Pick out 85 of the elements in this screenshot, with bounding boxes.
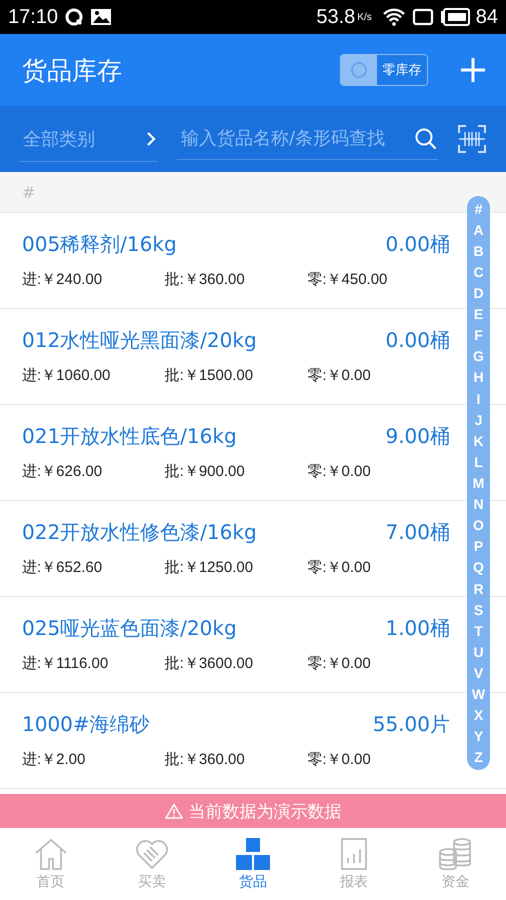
- cost-price: 进:￥626.00: [22, 462, 104, 481]
- warning-icon: [164, 803, 182, 819]
- demo-data-notice: 当前数据为演示数据: [188, 800, 342, 822]
- category-selector[interactable]: 全部类别: [20, 116, 157, 162]
- index-letter[interactable]: X: [474, 708, 484, 722]
- wholesale-price: 批:￥3600.00: [164, 654, 254, 673]
- index-letter[interactable]: I: [476, 392, 480, 406]
- stock-quantity: 55.00片: [372, 711, 450, 738]
- zero-stock-toggle[interactable]: 零库存: [340, 54, 428, 86]
- retail-price: 零:￥0.00: [307, 558, 372, 577]
- index-letter[interactable]: F: [474, 328, 483, 342]
- index-letter[interactable]: P: [474, 539, 484, 554]
- handshake-heart-icon: [134, 837, 170, 871]
- index-letter[interactable]: R: [473, 582, 484, 596]
- index-letter[interactable]: A: [473, 222, 484, 237]
- wholesale-price: 批:￥1500.00: [164, 366, 254, 385]
- network-speed: 53.8: [316, 6, 356, 28]
- wifi-icon: [382, 8, 406, 26]
- house-icon: [32, 837, 69, 871]
- stock-quantity: 1.00桶: [385, 615, 450, 642]
- stock-quantity: 0.00桶: [385, 327, 450, 354]
- index-letter[interactable]: O: [473, 518, 484, 532]
- wholesale-price: 批:￥900.00: [164, 462, 246, 481]
- barcode-scan-icon[interactable]: [458, 125, 486, 153]
- boxes-icon: [235, 837, 271, 871]
- status-time: 17:10: [8, 6, 58, 28]
- index-letter[interactable]: S: [474, 602, 484, 617]
- wholesale-price: 批:￥1250.00: [164, 558, 254, 577]
- retail-price: 零:￥0.00: [307, 462, 372, 481]
- nav-tab[interactable]: 报表: [304, 828, 405, 900]
- index-letter[interactable]: Z: [474, 750, 483, 764]
- product-name: 022开放水性修色漆/16kg: [22, 519, 257, 546]
- index-letter[interactable]: T: [474, 624, 483, 638]
- product-name: 005稀释剂/16kg: [22, 231, 177, 258]
- battery-level: 84: [476, 6, 498, 28]
- index-letter[interactable]: B: [473, 244, 484, 258]
- alphabet-index-bar[interactable]: # A B C D E F G H I J K L M N O P Q R S T U V W X Y Z: [467, 196, 490, 770]
- stock-quantity: 7.00桶: [385, 519, 450, 546]
- cost-price: 进:￥240.00: [22, 270, 104, 289]
- retail-price: 零:￥450.00: [307, 270, 388, 289]
- cost-price: 进:￥1116.00: [22, 654, 110, 673]
- square-icon: [412, 8, 434, 26]
- nav-tab[interactable]: 货品: [202, 828, 304, 900]
- cost-price: 进:￥2.00: [22, 750, 86, 769]
- index-letter[interactable]: V: [474, 666, 484, 680]
- index-letter[interactable]: K: [473, 434, 484, 448]
- cost-price: 进:￥1060.00: [22, 366, 112, 385]
- index-letter[interactable]: L: [474, 454, 483, 469]
- cost-price: 进:￥652.60: [22, 558, 104, 577]
- index-letter[interactable]: E: [474, 307, 484, 322]
- nav-tab[interactable]: 买卖: [101, 828, 202, 900]
- stock-quantity: 0.00桶: [385, 231, 450, 258]
- product-name: 021开放水性底色/16kg: [22, 423, 237, 450]
- add-icon[interactable]: [460, 57, 486, 83]
- nav-tab[interactable]: 资金: [404, 828, 506, 900]
- search-field[interactable]: 输入货品名称/条形码查找: [177, 118, 438, 160]
- product-name: 1000#海绵砂: [22, 711, 150, 738]
- image-icon: [90, 8, 112, 26]
- chevron-right-icon: [145, 130, 157, 148]
- nav-tab[interactable]: 首页: [0, 828, 102, 900]
- wholesale-price: 批:￥360.00: [164, 270, 246, 289]
- index-letter[interactable]: U: [473, 644, 484, 659]
- product-name: 012水性哑光黑面漆/20kg: [22, 327, 257, 354]
- q-circle-icon: [64, 7, 84, 27]
- retail-price: 零:￥0.00: [307, 750, 372, 769]
- section-header: #: [22, 182, 36, 202]
- index-letter[interactable]: Y: [474, 729, 484, 744]
- retail-price: 零:￥0.00: [307, 654, 372, 673]
- retail-price: 零:￥0.00: [307, 366, 372, 385]
- index-letter[interactable]: #: [474, 202, 482, 216]
- index-letter[interactable]: Q: [473, 560, 484, 574]
- index-letter[interactable]: M: [472, 476, 484, 490]
- search-icon[interactable]: [414, 126, 438, 150]
- index-letter[interactable]: C: [473, 264, 484, 279]
- index-letter[interactable]: G: [473, 349, 484, 364]
- stock-quantity: 9.00桶: [385, 423, 450, 450]
- battery-icon: [440, 8, 470, 26]
- index-letter[interactable]: H: [473, 370, 484, 384]
- index-letter[interactable]: D: [473, 286, 484, 300]
- product-name: 025哑光蓝色面漆/20kg: [22, 615, 237, 642]
- page-title: 货品库存: [22, 54, 122, 86]
- coins-icon: [437, 837, 474, 871]
- wholesale-price: 批:￥360.00: [164, 750, 246, 769]
- speed-unit: K/s: [357, 12, 372, 22]
- index-letter[interactable]: J: [474, 412, 482, 427]
